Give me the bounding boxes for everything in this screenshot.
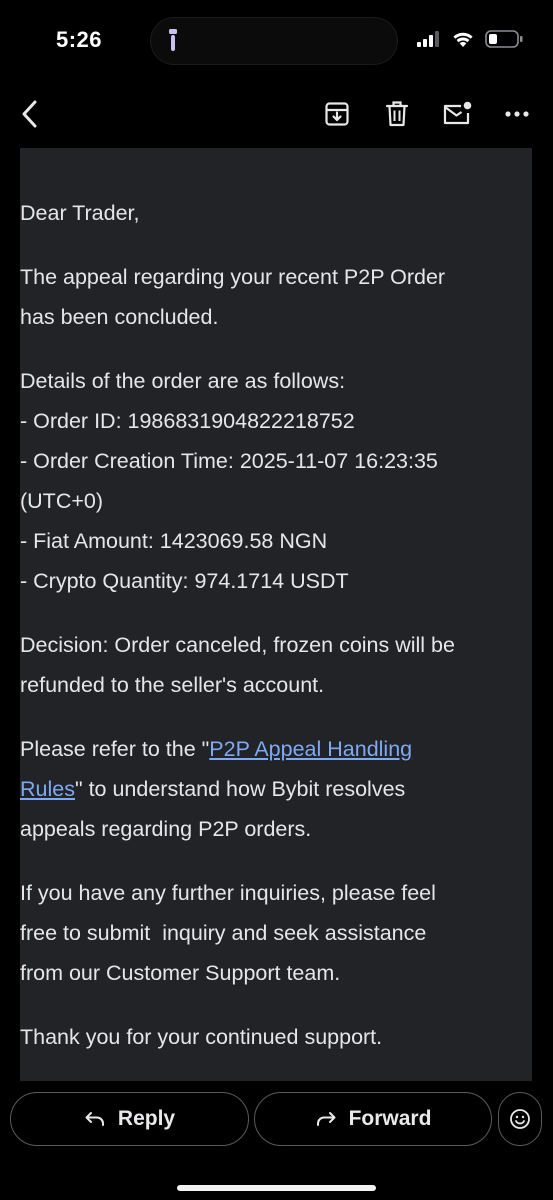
refer-paragraph: Please refer to the "P2P Appeal Handling… — [20, 729, 532, 849]
refer-line-1: Please refer to the "P2P Appeal Handling — [20, 729, 532, 769]
home-indicator[interactable] — [177, 1185, 376, 1191]
battery-icon — [485, 30, 523, 48]
archive-button[interactable] — [319, 96, 355, 132]
crypto-quantity: - Crypto Quantity: 974.1714 USDT — [20, 569, 349, 593]
refer-line-3: appeals regarding P2P orders. — [20, 817, 312, 841]
appeal-line-1: The appeal regarding your recent P2P Ord… — [20, 265, 446, 289]
fiat-amount: - Fiat Amount: 1423069.58 NGN — [20, 529, 328, 553]
inquiry-line-1: If you have any further inquiries, pleas… — [20, 881, 436, 905]
appeal-rules-link-continued[interactable]: Rules — [20, 777, 75, 801]
appeal-line-2: has been concluded. — [20, 305, 219, 329]
chevron-left-icon — [22, 100, 37, 128]
wifi-icon — [453, 32, 473, 47]
email-body: Dear Trader, The appeal regarding your r… — [20, 148, 532, 1081]
greeting: Dear Trader, — [20, 193, 532, 233]
decision-line-2: refunded to the seller's account. — [20, 673, 325, 697]
mail-unread-icon — [443, 101, 472, 125]
more-options-button[interactable] — [499, 96, 535, 132]
order-id: - Order ID: 1986831904822218752 — [20, 409, 355, 433]
status-icons — [417, 30, 523, 48]
status-bar: 5:26 — [0, 0, 553, 82]
reply-actions-bar: Reply Forward — [0, 1081, 553, 1200]
forward-label: Forward — [348, 1107, 432, 1130]
emoji-smile-icon — [510, 1109, 530, 1129]
reply-arrow-icon — [85, 1112, 104, 1126]
refer-line-2: Rules" to understand how Bybit resolves — [20, 769, 532, 809]
trash-icon — [385, 101, 409, 127]
archive-icon — [325, 102, 349, 126]
email-toolbar — [0, 82, 553, 148]
more-horizontal-icon — [505, 111, 529, 117]
email-message: Dear Trader, The appeal regarding your r… — [20, 193, 532, 1081]
forward-arrow-icon — [316, 1112, 336, 1126]
appeal-paragraph: The appeal regarding your recent P2P Ord… — [20, 257, 532, 337]
forward-button[interactable]: Forward — [254, 1092, 492, 1146]
back-button[interactable] — [12, 96, 48, 132]
inquiry-paragraph: If you have any further inquiries, pleas… — [20, 873, 532, 993]
decision-paragraph: Decision: Order canceled, frozen coins w… — [20, 625, 532, 705]
details-heading: Details of the order are as follows: — [20, 369, 346, 393]
status-time: 5:26 — [56, 27, 103, 52]
greeting-line: Dear Trader, — [20, 201, 140, 225]
thanks-paragraph: Thank you for your continued support. — [20, 1017, 532, 1057]
inquiry-line-2: free to submit inquiry and seek assistan… — [20, 921, 427, 945]
refer-prefix: Please refer to the " — [20, 737, 210, 761]
cellular-signal-icon — [417, 31, 439, 47]
delete-button[interactable] — [379, 96, 415, 132]
order-details: Details of the order are as follows: - O… — [20, 361, 532, 601]
reply-button[interactable]: Reply — [10, 1092, 249, 1146]
mark-unread-button[interactable] — [439, 96, 475, 132]
order-timezone: (UTC+0) — [20, 489, 104, 513]
reply-label: Reply — [117, 1107, 176, 1130]
emoji-reaction-button[interactable] — [498, 1092, 542, 1146]
dynamic-island — [151, 18, 397, 64]
order-creation-time: - Order Creation Time: 2025-11-07 16:23:… — [20, 449, 438, 473]
refer-suffix: " to understand how Bybit resolves — [74, 777, 406, 801]
thanks-line: Thank you for your continued support. — [20, 1025, 383, 1049]
inquiry-line-3: from our Customer Support team. — [20, 961, 341, 985]
decision-line-1: Decision: Order canceled, frozen coins w… — [20, 633, 455, 657]
flashlight-indicator-icon — [169, 29, 177, 51]
appeal-rules-link[interactable]: P2P Appeal Handling — [209, 737, 412, 761]
